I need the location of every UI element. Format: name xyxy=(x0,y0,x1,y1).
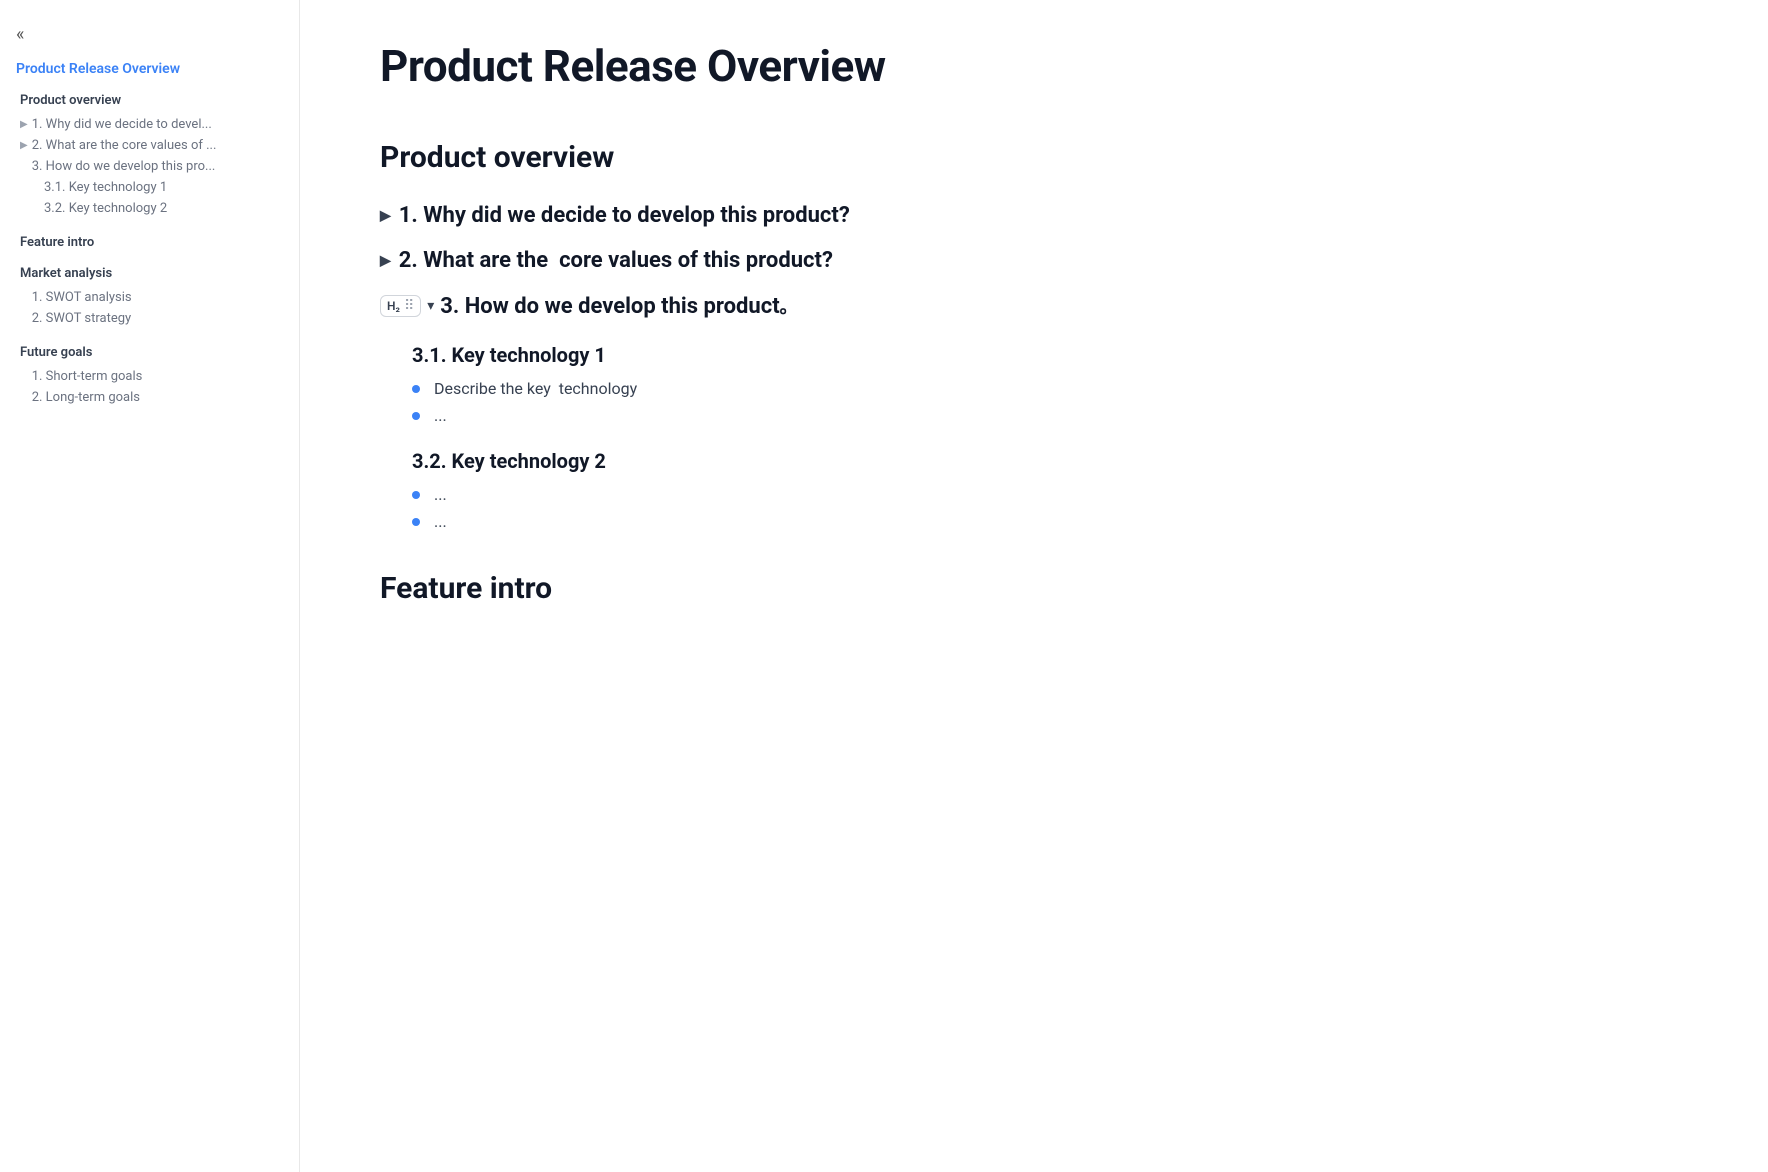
section-why-text: 1. Why did we decide to develop this pro… xyxy=(399,203,850,228)
key-tech-1-bullets: Describe the key technology ... xyxy=(380,379,1688,425)
sidebar-item-label: 1. Why did we decide to devel... xyxy=(32,117,212,132)
collapse-arrow-down-icon[interactable]: ▾ xyxy=(427,298,434,314)
section-develop-text: 3. How do we develop this product。 xyxy=(440,293,797,319)
trailing-char: 。 xyxy=(780,297,798,318)
sidebar-item-label: 3. How do we develop this pro... xyxy=(32,159,216,174)
section-develop: H₂ ⠿ ▾ 3. How do we develop this product… xyxy=(380,293,1688,531)
bullet-item: Describe the key technology xyxy=(412,379,1688,398)
sidebar-item-swot-analysis[interactable]: ▶ 1. SWOT analysis xyxy=(16,287,283,308)
sidebar: « Product Release Overview Product overv… xyxy=(0,0,300,1172)
section-why: ▶ 1. Why did we decide to develop this p… xyxy=(380,203,1688,228)
bullet-text: ... xyxy=(434,485,447,504)
section-core-values-text: 2. What are the core values of this prod… xyxy=(399,248,833,273)
bullet-dot-icon xyxy=(412,385,420,393)
sidebar-item-key-tech-1[interactable]: 3.1. Key technology 1 xyxy=(16,177,283,198)
sidebar-item-why[interactable]: ▶ 1. Why did we decide to devel... xyxy=(16,114,283,135)
sidebar-item-core-values[interactable]: ▶ 2. What are the core values of ... xyxy=(16,135,283,156)
sidebar-item-label: 2. What are the core values of ... xyxy=(32,138,217,153)
key-tech-1-heading: 3.1. Key technology 1 xyxy=(380,343,1688,367)
key-tech-2-bullets: ... ... xyxy=(380,485,1688,531)
sidebar-item-label: 1. SWOT analysis xyxy=(32,290,132,305)
bullet-item: ... xyxy=(412,485,1688,504)
sidebar-item-long-term[interactable]: ▶ 2. Long-term goals xyxy=(16,387,283,408)
section-core-values: ▶ 2. What are the core values of this pr… xyxy=(380,248,1688,273)
sidebar-section-future-goals: Future goals xyxy=(16,345,283,360)
product-overview-heading: Product overview xyxy=(380,140,1688,175)
section-develop-heading-wrapper: H₂ ⠿ ▾ 3. How do we develop this product… xyxy=(380,293,1688,319)
sidebar-item-develop[interactable]: ▶ 3. How do we develop this pro... xyxy=(16,156,283,177)
sidebar-section-market-analysis: Market analysis xyxy=(16,266,283,281)
sidebar-item-key-tech-2[interactable]: 3.2. Key technology 2 xyxy=(16,198,283,219)
bullet-text: Describe the key technology xyxy=(434,379,637,398)
key-tech-2-heading: 3.2. Key technology 2 xyxy=(380,449,1688,473)
main-content: Product Release Overview Product overvie… xyxy=(300,0,1768,1172)
sub-section-key-tech-1: 3.1. Key technology 1 Describe the key t… xyxy=(380,343,1688,425)
bullet-text: ... xyxy=(434,406,447,425)
back-button[interactable]: « xyxy=(16,24,24,45)
arrow-icon: ▶ xyxy=(20,119,28,130)
sidebar-item-label: 2. Long-term goals xyxy=(32,390,140,405)
section-why-heading[interactable]: ▶ 1. Why did we decide to develop this p… xyxy=(380,203,1688,228)
feature-intro-heading: Feature intro xyxy=(380,571,1688,606)
h2-toolbar[interactable]: H₂ ⠿ xyxy=(380,295,421,317)
arrow-icon: ▶ xyxy=(20,140,28,151)
bullet-dot-icon xyxy=(412,491,420,499)
sidebar-section-product-overview: Product overview xyxy=(16,93,283,108)
h2-toolbar-label: H₂ xyxy=(387,299,400,313)
sidebar-item-short-term[interactable]: ▶ 1. Short-term goals xyxy=(16,366,283,387)
sidebar-item-label: 1. Short-term goals xyxy=(32,369,143,384)
sidebar-item-label: 3.1. Key technology 1 xyxy=(44,180,167,195)
section-core-values-heading[interactable]: ▶ 2. What are the core values of this pr… xyxy=(380,248,1688,273)
bullet-item: ... xyxy=(412,406,1688,425)
sidebar-section-feature-intro: Feature intro xyxy=(16,235,283,250)
collapse-arrow-icon: ▶ xyxy=(380,253,391,269)
collapse-arrow-icon: ▶ xyxy=(380,208,391,224)
sidebar-item-label: 2. SWOT strategy xyxy=(32,311,132,326)
sidebar-title[interactable]: Product Release Overview xyxy=(16,61,283,77)
bullet-item: ... xyxy=(412,512,1688,531)
more-options-icon[interactable]: ⠿ xyxy=(404,298,414,314)
bullet-dot-icon xyxy=(412,412,420,420)
bullet-dot-icon xyxy=(412,518,420,526)
sidebar-item-label: 3.2. Key technology 2 xyxy=(44,201,167,216)
bullet-text: ... xyxy=(434,512,447,531)
sub-section-key-tech-2: 3.2. Key technology 2 ... ... xyxy=(380,449,1688,531)
sidebar-item-swot-strategy[interactable]: ▶ 2. SWOT strategy xyxy=(16,308,283,329)
page-title: Product Release Overview xyxy=(380,40,1688,92)
